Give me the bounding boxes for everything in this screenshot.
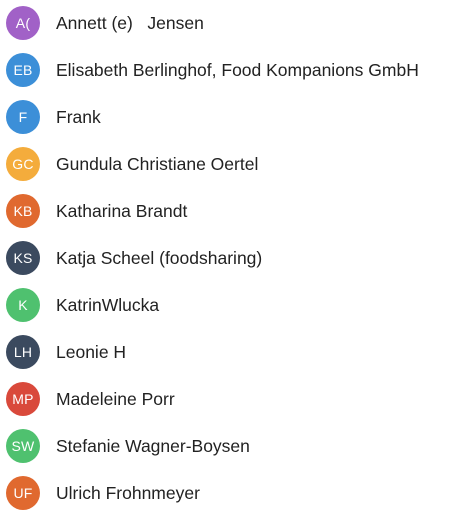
avatar: SW <box>6 429 40 463</box>
contact-row[interactable]: MP Madeleine Porr <box>0 379 469 419</box>
contact-name: KatrinWlucka <box>56 294 160 315</box>
avatar: GC <box>6 147 40 181</box>
avatar: EB <box>6 53 40 87</box>
avatar: UF <box>6 476 40 510</box>
contact-name: Madeleine Porr <box>56 388 175 409</box>
contact-name: Annett (e) Jensen <box>56 12 204 33</box>
contact-row[interactable]: SW Stefanie Wagner-Boysen <box>0 426 469 466</box>
contact-name: Ulrich Frohnmeyer <box>56 482 200 503</box>
contact-name: Katharina Brandt <box>56 200 188 221</box>
contact-name: Katja Scheel (foodsharing) <box>56 247 263 268</box>
contact-row[interactable]: KS Katja Scheel (foodsharing) <box>0 238 469 278</box>
contact-name: Frank <box>56 106 101 127</box>
avatar: MP <box>6 382 40 416</box>
avatar: KS <box>6 241 40 275</box>
contact-row[interactable]: KB Katharina Brandt <box>0 191 469 231</box>
contact-name: Stefanie Wagner-Boysen <box>56 435 250 456</box>
contact-row[interactable]: UF Ulrich Frohnmeyer <box>0 473 469 513</box>
contact-name: Gundula Christiane Oertel <box>56 153 259 174</box>
contact-list: A( Annett (e) Jensen EB Elisabeth Berlin… <box>0 0 469 510</box>
avatar: LH <box>6 335 40 369</box>
avatar: KB <box>6 194 40 228</box>
contact-name: Leonie H <box>56 341 127 362</box>
avatar: A( <box>6 6 40 40</box>
avatar: F <box>6 100 40 134</box>
contact-row[interactable]: K KatrinWlucka <box>0 285 469 325</box>
contact-row[interactable]: EB Elisabeth Berlinghof, Food Kompanions… <box>0 50 469 90</box>
avatar: K <box>6 288 40 322</box>
contact-row[interactable]: A( Annett (e) Jensen <box>0 3 469 43</box>
contact-row[interactable]: F Frank <box>0 97 469 137</box>
contact-row[interactable]: GC Gundula Christiane Oertel <box>0 144 469 184</box>
contact-name: Elisabeth Berlinghof, Food Kompanions Gm… <box>56 59 419 80</box>
contact-row[interactable]: LH Leonie H <box>0 332 469 372</box>
